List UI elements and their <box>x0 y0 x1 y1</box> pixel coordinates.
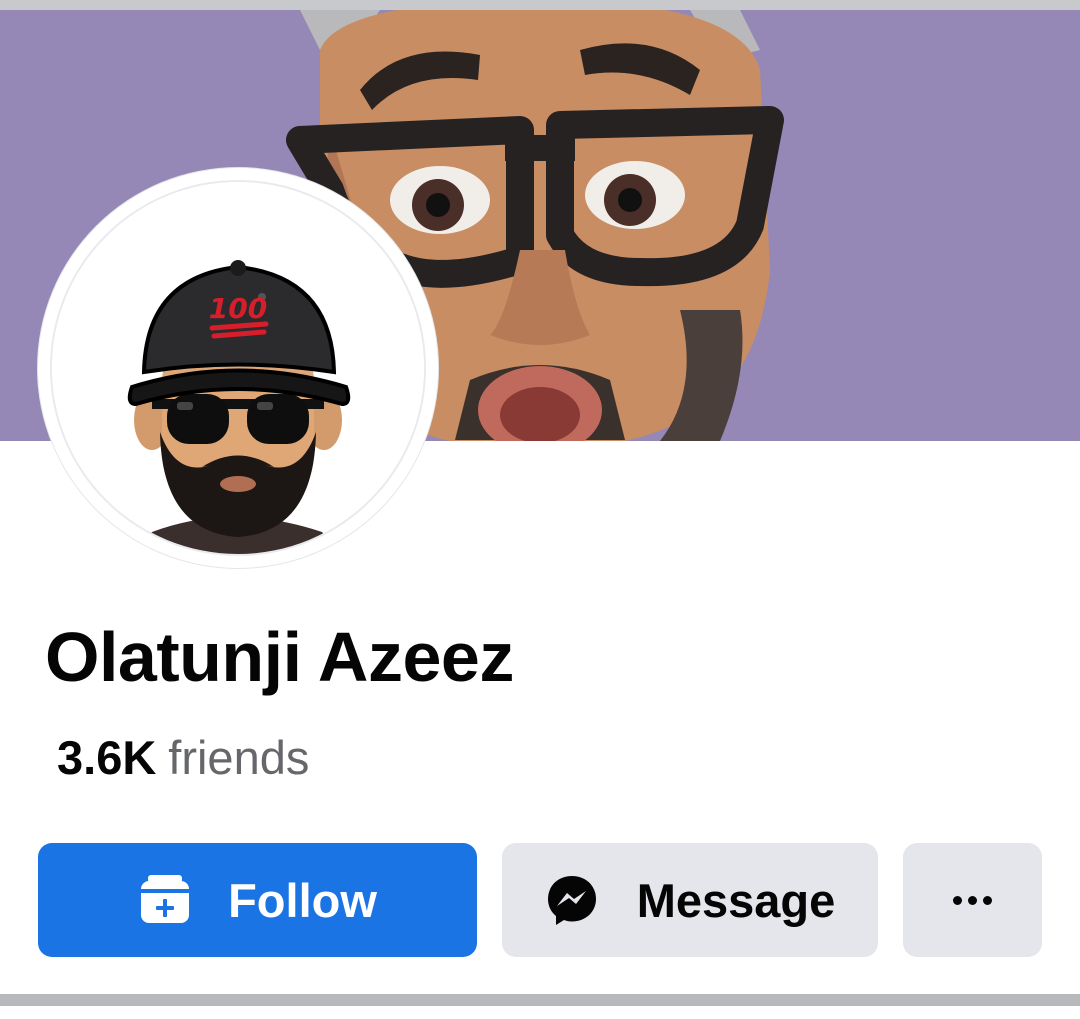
friends-summary[interactable]: 3.6K friends <box>57 734 309 781</box>
more-options-button[interactable] <box>903 843 1042 957</box>
follow-button[interactable]: Follow <box>38 843 477 957</box>
message-button[interactable]: Message <box>502 843 878 957</box>
profile-name: Olatunji Azeez <box>45 618 514 696</box>
bottom-divider <box>0 994 1080 1006</box>
profile-picture-image: 100 <box>50 180 426 556</box>
message-label: Message <box>636 873 836 927</box>
top-strip <box>0 0 1080 10</box>
cap-emblem-text: 100 <box>209 292 267 325</box>
messenger-icon <box>545 873 599 927</box>
follow-label: Follow <box>228 873 377 927</box>
follow-inbox-plus-icon <box>138 873 192 927</box>
friends-label: friends <box>168 731 310 784</box>
more-dots-icon <box>953 895 992 905</box>
friends-count: 3.6K <box>57 731 157 784</box>
profile-picture[interactable]: 100 <box>38 168 438 568</box>
bitmoji-avatar: 100 <box>52 182 424 554</box>
